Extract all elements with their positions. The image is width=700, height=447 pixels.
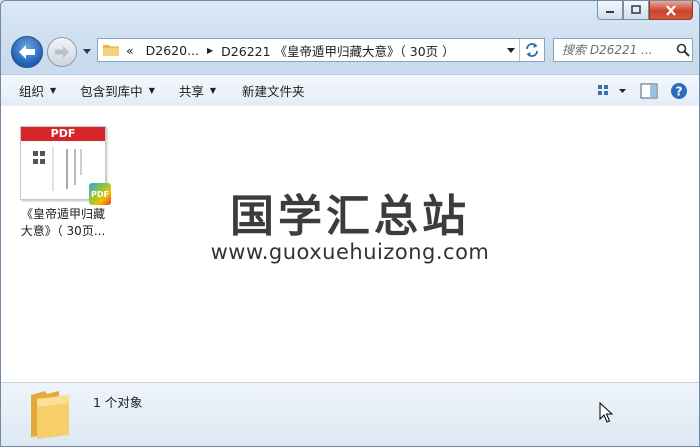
folder-icon xyxy=(31,391,69,439)
include-in-library-label: 包含到库中 xyxy=(80,84,143,99)
maximize-button[interactable] xyxy=(623,1,649,20)
file-list-area[interactable]: PDF PDF 《皇帝遁甲归藏 大意》（ 30页... 国学汇总站 www.gu… xyxy=(1,106,699,382)
mouse-cursor-icon xyxy=(599,402,613,423)
address-crumb-parent[interactable]: D2620... xyxy=(146,43,199,58)
forward-arrow-icon xyxy=(55,46,69,58)
help-button[interactable]: ? xyxy=(669,81,689,101)
caption-buttons xyxy=(597,1,693,20)
recent-pages-button[interactable] xyxy=(81,45,93,57)
back-arrow-icon xyxy=(19,45,35,59)
preview-pane-icon xyxy=(640,83,658,98)
toolbar-right: ? xyxy=(585,75,689,106)
close-icon xyxy=(666,4,676,16)
organize-label: 组织 xyxy=(19,84,45,99)
folder-icon xyxy=(103,45,119,56)
search-box[interactable] xyxy=(553,38,693,62)
watermark-url: www.guoxuehuizong.com xyxy=(210,240,490,264)
minimize-button[interactable] xyxy=(597,1,623,20)
address-bar[interactable]: « D2620... ▶ D26221 《皇帝遁甲归藏大意》（ 30页 ） xyxy=(97,38,545,62)
watermark-title: 国学汇总站 xyxy=(230,191,470,242)
command-bar: 组织 ▼ 包含到库中 ▼ 共享 ▼ 新建文件夹 ? xyxy=(1,74,699,107)
preview-pane-button[interactable] xyxy=(639,81,659,101)
address-overflow[interactable]: « xyxy=(126,43,134,58)
chevron-down-icon: ▼ xyxy=(50,86,57,95)
details-pane: 1 个对象 xyxy=(1,382,699,446)
view-options-icon xyxy=(598,84,626,95)
close-button[interactable] xyxy=(649,1,693,20)
new-folder-button[interactable]: 新建文件夹 xyxy=(226,75,315,106)
address-dropdown-button[interactable] xyxy=(503,39,519,61)
forward-button[interactable] xyxy=(47,37,77,67)
refresh-button[interactable] xyxy=(519,39,544,61)
chevron-down-icon xyxy=(83,49,91,54)
new-folder-label: 新建文件夹 xyxy=(242,84,305,99)
share-label: 共享 xyxy=(178,84,204,99)
change-view-button[interactable] xyxy=(595,81,629,101)
chevron-down-icon: ▼ xyxy=(148,86,155,95)
pdf-thumb-label: PDF xyxy=(21,127,105,141)
address-crumb-current[interactable]: D26221 《皇帝遁甲归藏大意》（ 30页 ） xyxy=(221,41,454,60)
organize-menu[interactable]: 组织 ▼ xyxy=(1,75,66,106)
search-input[interactable] xyxy=(560,42,676,58)
help-icon: ? xyxy=(671,82,687,99)
item-count: 1 个对象 xyxy=(93,395,143,410)
back-button[interactable] xyxy=(11,36,43,68)
search-icon[interactable] xyxy=(676,43,690,57)
share-menu[interactable]: 共享 ▼ xyxy=(165,75,226,106)
maximize-icon xyxy=(631,5,641,14)
svg-text:?: ? xyxy=(676,84,683,98)
explorer-window: « D2620... ▶ D26221 《皇帝遁甲归藏大意》（ 30页 ） 组织… xyxy=(0,0,700,447)
chevron-right-icon[interactable]: ▶ xyxy=(207,46,213,55)
chevron-down-icon: ▼ xyxy=(209,86,217,95)
chevron-down-icon xyxy=(507,48,515,53)
minimize-icon xyxy=(606,11,614,13)
refresh-icon xyxy=(526,43,538,57)
include-in-library-menu[interactable]: 包含到库中 ▼ xyxy=(66,75,165,106)
